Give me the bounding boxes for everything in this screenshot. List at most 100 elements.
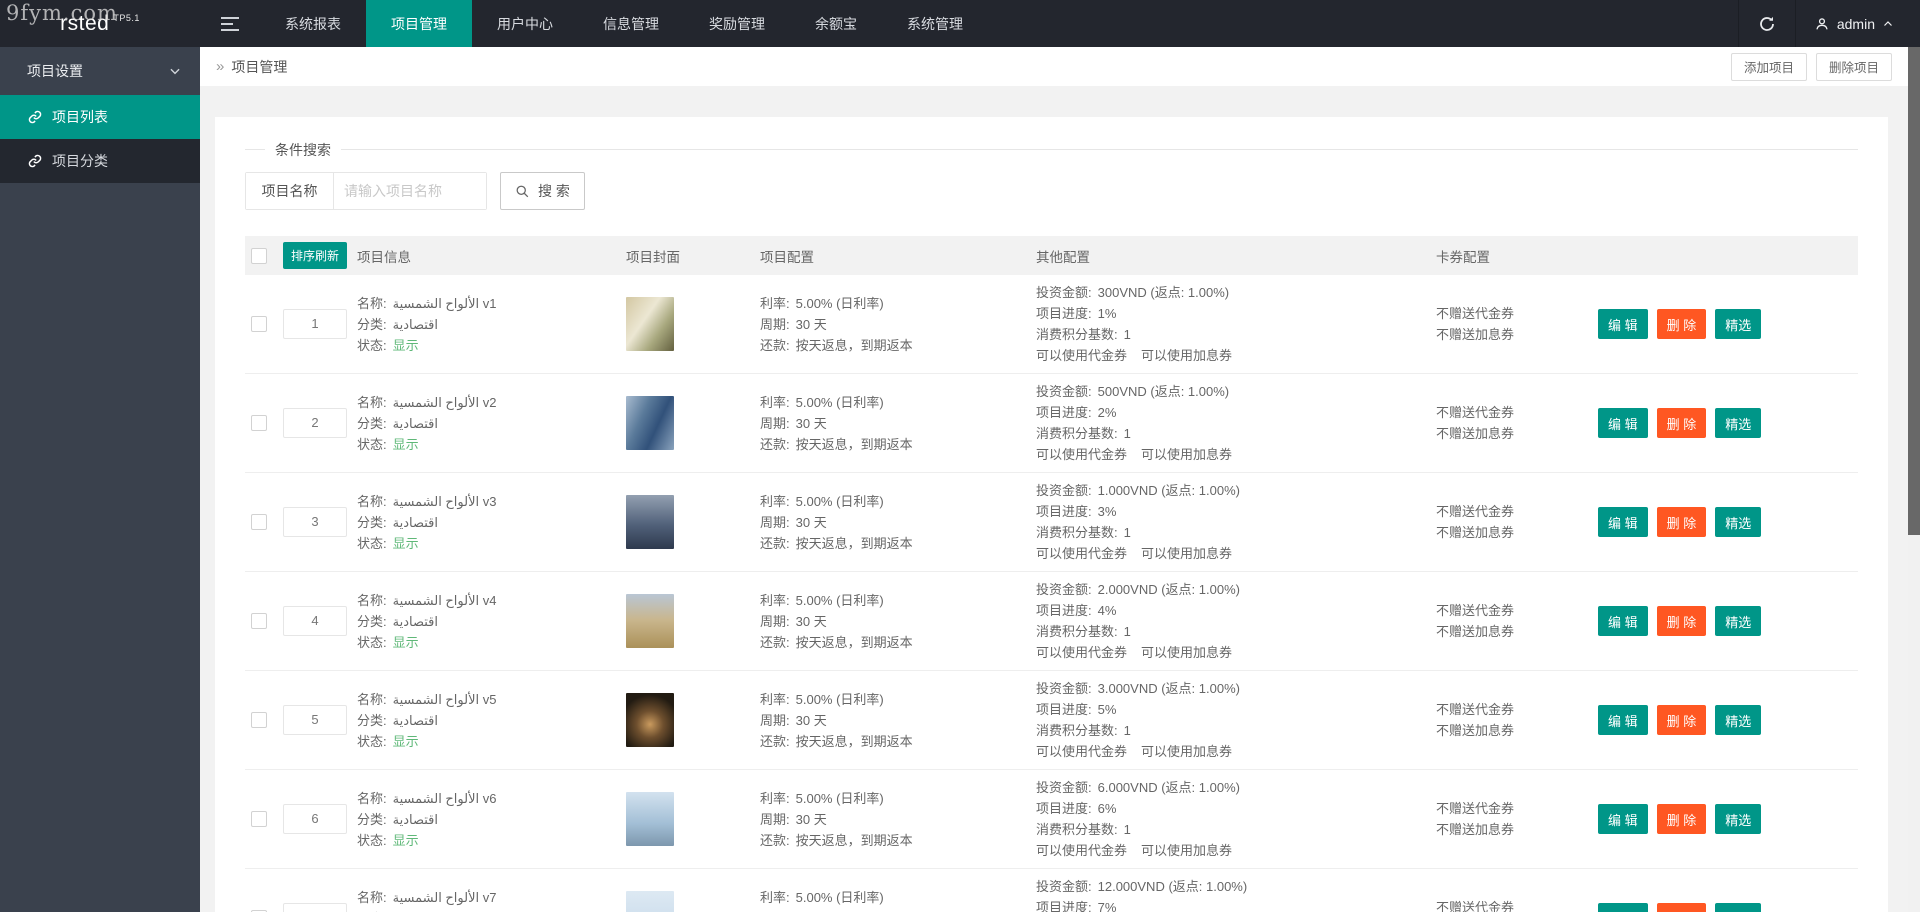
user-dropdown[interactable]: admin: [1796, 0, 1920, 47]
repay-label: 还款:: [760, 832, 790, 848]
edit-button[interactable]: 编 辑: [1598, 606, 1648, 636]
delete-button[interactable]: 删 除: [1656, 408, 1707, 438]
invest-label: 投资金额:: [1036, 780, 1092, 795]
delete-button[interactable]: 删 除: [1656, 507, 1707, 537]
menu-toggle-icon[interactable]: [200, 0, 260, 47]
scrollbar-thumb[interactable]: [1908, 47, 1920, 535]
top-menu-item-2[interactable]: 项目管理: [366, 0, 472, 47]
featured-button[interactable]: 精选: [1715, 705, 1762, 735]
project-cover-image: [626, 891, 674, 912]
delete-button[interactable]: 删 除: [1656, 606, 1707, 636]
sidebar-item-1[interactable]: 项目列表: [0, 95, 200, 139]
select-all-checkbox[interactable]: [251, 247, 267, 264]
no-interest-coupon-text: 不赠送加息券: [1436, 822, 1515, 837]
interest-coupon-allowed-text: 可以使用加息券: [1141, 447, 1233, 462]
repay-label: 还款:: [760, 733, 790, 749]
edit-button[interactable]: 编 辑: [1598, 705, 1648, 735]
search-button-label: 搜 索: [538, 183, 570, 199]
name-label: 名称:: [357, 295, 387, 311]
sidebar-item-2[interactable]: 项目分类: [0, 139, 200, 183]
row-checkbox[interactable]: [251, 613, 267, 629]
voucher-allowed-text: 可以使用代金券: [1036, 348, 1128, 363]
sort-order-input[interactable]: 1: [283, 309, 347, 339]
header-project-info: 项目信息: [357, 249, 411, 265]
repay-value: 按天返息，到期返本: [795, 436, 913, 452]
period-label: 周期:: [760, 514, 790, 530]
sidebar-item-label: 项目分类: [52, 153, 108, 169]
row-checkbox[interactable]: [251, 316, 267, 332]
period-value: 30 天: [795, 712, 827, 728]
table-header: 排序刷新 项目信息 项目封面 项目配置 其他配置 卡券配置: [245, 236, 1858, 275]
repay-value: 按天返息，到期返本: [795, 832, 913, 848]
project-name-input[interactable]: [334, 173, 486, 209]
no-voucher-text: 不赠送代金券: [1436, 900, 1515, 912]
breadcrumb-arrow-icon: »: [216, 58, 225, 75]
edit-button[interactable]: 编 辑: [1598, 408, 1648, 438]
delete-button[interactable]: 删 除: [1656, 903, 1707, 912]
topbar-right: admin: [1737, 0, 1920, 47]
chevron-down-icon: [170, 68, 180, 75]
add-project-button[interactable]: 添加项目: [1730, 52, 1807, 81]
repay-label: 还款:: [760, 535, 790, 551]
sort-order-input[interactable]: 2: [283, 408, 347, 438]
row-checkbox[interactable]: [251, 712, 267, 728]
repay-value: 按天返息，到期返本: [795, 733, 913, 749]
link-icon: [28, 154, 42, 168]
project-cover-image: [626, 693, 674, 747]
row-checkbox[interactable]: [251, 514, 267, 530]
featured-button[interactable]: 精选: [1715, 507, 1762, 537]
name-label: 名称:: [357, 790, 387, 806]
top-menu-item-1[interactable]: 系统报表: [260, 0, 366, 47]
status-label: 状态:: [357, 832, 387, 848]
top-menu-item-4[interactable]: 信息管理: [578, 0, 684, 47]
rate-label: 利率:: [760, 394, 790, 410]
featured-button[interactable]: 精选: [1715, 804, 1762, 834]
page-scrollbar[interactable]: [1908, 47, 1920, 912]
repay-label: 还款:: [760, 634, 790, 650]
sort-order-input[interactable]: 5: [283, 705, 347, 735]
top-menu-item-5[interactable]: 奖励管理: [684, 0, 790, 47]
category-label: 分类:: [357, 316, 387, 332]
featured-button[interactable]: 精选: [1715, 606, 1762, 636]
sort-order-input[interactable]: 6: [283, 804, 347, 834]
category-label: 分类:: [357, 712, 387, 728]
edit-button[interactable]: 编 辑: [1598, 507, 1648, 537]
logo-text: rsted: [60, 11, 110, 35]
period-value: 30 天: [795, 811, 827, 827]
row-checkbox[interactable]: [251, 415, 267, 431]
delete-button[interactable]: 删 除: [1656, 804, 1707, 834]
delete-button[interactable]: 删 除: [1656, 309, 1707, 339]
sort-order-input[interactable]: 3: [283, 507, 347, 537]
sort-refresh-button[interactable]: 排序刷新: [283, 242, 348, 269]
edit-button[interactable]: 编 辑: [1598, 309, 1648, 339]
featured-button[interactable]: 精选: [1715, 309, 1762, 339]
sidebar-group-project-settings[interactable]: 项目设置: [0, 47, 200, 95]
header-card-config: 卡券配置: [1436, 249, 1490, 265]
rate-label: 利率:: [760, 889, 790, 905]
invest-label: 投资金额:: [1036, 483, 1092, 498]
sort-order-input[interactable]: 7: [283, 903, 347, 912]
edit-button[interactable]: 编 辑: [1598, 903, 1648, 912]
table-row: 4 名称: الألواح الشمسية v4 分类: اقتصادية 状态: 显…: [245, 572, 1858, 671]
invest-value: 2.000VND (返点: 1.00%): [1097, 582, 1240, 597]
points-label: 消费积分基数:: [1036, 426, 1118, 441]
featured-button[interactable]: 精选: [1715, 903, 1762, 912]
delete-button[interactable]: 删 除: [1656, 705, 1707, 735]
sort-order-input[interactable]: 4: [283, 606, 347, 636]
featured-button[interactable]: 精选: [1715, 408, 1762, 438]
delete-project-button[interactable]: 删除项目: [1815, 52, 1892, 81]
refresh-button[interactable]: [1737, 0, 1796, 47]
project-status: 显示: [392, 337, 419, 353]
username: admin: [1836, 15, 1875, 32]
progress-value: 4%: [1097, 603, 1117, 618]
project-name: الألواح الشمسية v1: [392, 295, 497, 311]
edit-button[interactable]: 编 辑: [1598, 804, 1648, 834]
top-menu-item-7[interactable]: 系统管理: [882, 0, 988, 47]
row-checkbox[interactable]: [251, 811, 267, 827]
page-title: 项目管理: [231, 58, 288, 75]
points-label: 消费积分基数:: [1036, 624, 1118, 639]
top-menu-item-6[interactable]: 余额宝: [790, 0, 882, 47]
search-button[interactable]: 搜 索: [500, 172, 585, 210]
top-menu-item-3[interactable]: 用户中心: [472, 0, 578, 47]
points-value: 1: [1123, 525, 1131, 540]
